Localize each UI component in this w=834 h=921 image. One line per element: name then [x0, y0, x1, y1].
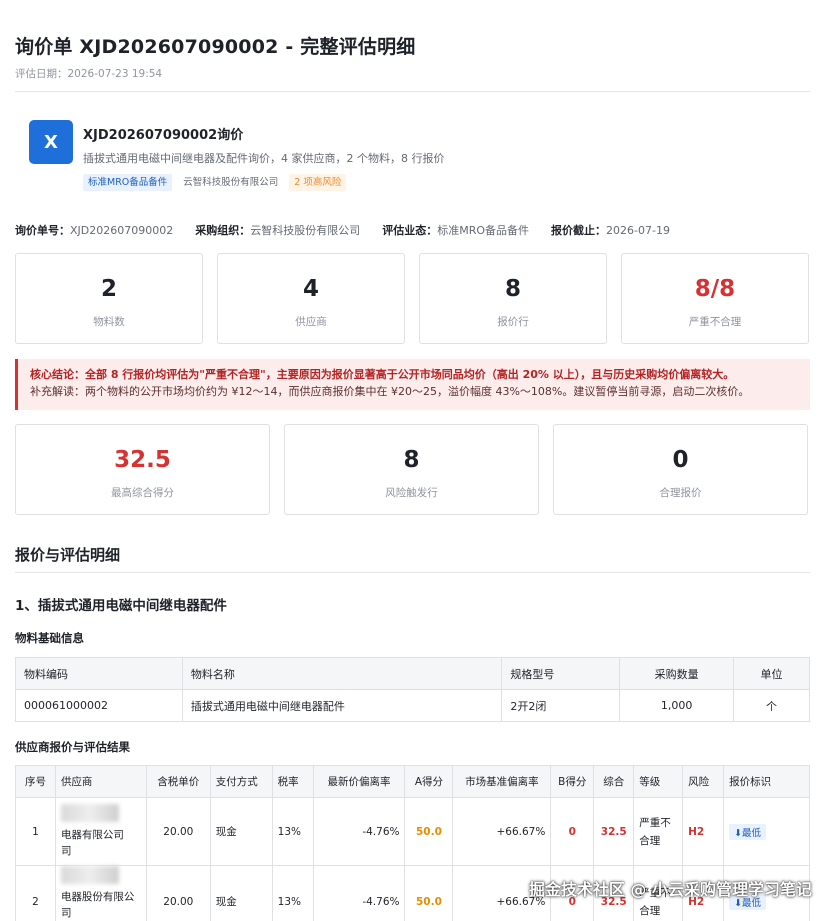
- material-info-label: 物料基础信息: [15, 631, 84, 645]
- table-row: 000061000002 插拔式通用电磁中间继电器配件 2开2闭 1,000 个: [15, 689, 810, 722]
- redacted-name: [60, 804, 119, 822]
- supplier-name: 电器有限公司司: [54, 797, 147, 866]
- score-stats: 32.5 最高综合得分 8 风险触发行 0 合理报价: [15, 424, 808, 515]
- redacted-name: [60, 866, 119, 884]
- material-table: 物料编码 物料名称 规格型号 采购数量 单位 000061000002 插拔式通…: [15, 657, 810, 722]
- lowest-price-badge: ⬇最低: [729, 823, 767, 840]
- evaluation-date: 评估日期：2026-07-23 19:54: [15, 68, 163, 80]
- inquiry-description: 插拔式通用电磁中间继电器及配件询价，4 家供应商，2 个物料，8 行报价: [83, 152, 445, 165]
- material-section-title: 1、插拔式通用电磁中间继电器配件: [15, 598, 227, 614]
- inquiry-header-card: X XJD202607090002询价 插拔式通用电磁中间继电器及配件询价，4 …: [29, 120, 789, 200]
- stat-material-count: 2 物料数: [15, 253, 203, 344]
- meta-deadline: 报价截止：2026-07-19: [551, 224, 670, 237]
- meta-inquiry-no: 询价单号：XJD202607090002: [15, 224, 174, 237]
- inquiry-meta-row: 询价单号：XJD202607090002 采购组织：云智科技股份有限公司 评估业…: [15, 222, 815, 238]
- quote-result-label: 供应商报价与评估结果: [15, 740, 130, 754]
- divider: [15, 91, 810, 92]
- stat-supplier-count: 4 供应商: [217, 253, 405, 344]
- grade-cell: 严重不合理: [633, 797, 684, 866]
- inquiry-tags: 标准MRO备品备件 云智科技股份有限公司 2 项高风险: [83, 174, 347, 191]
- inquiry-name: XJD202607090002询价: [83, 128, 244, 143]
- stat-unreasonable: 8/8 严重不合理: [621, 253, 809, 344]
- divider: [15, 572, 810, 573]
- meta-business: 评估业态：标准MRO备品备件: [382, 224, 530, 237]
- tag-business-type: 标准MRO备品备件: [83, 174, 173, 191]
- table-header-row: 物料编码 物料名称 规格型号 采购数量 单位: [15, 657, 810, 690]
- stat-reasonable: 0 合理报价: [553, 424, 808, 515]
- table-header-row: 序号 供应商 含税单价 支付方式 税率 最新价偏离率 A得分 市场基准偏离率 B…: [15, 765, 810, 798]
- section-title: 报价与评估明细: [15, 546, 121, 564]
- table-row: 1 电器有限公司司 20.00 现金 13% -4.76% 50.0 +66.6…: [15, 797, 810, 866]
- supplementary-note: 补充解读：两个物料的公开市场均价约为 ¥12～14，而供应商报价集中在 ¥20～…: [30, 385, 750, 398]
- core-conclusion: 核心结论：全部 8 行报价均评估为"严重不合理"，主要原因为报价显著高于公开市场…: [30, 368, 735, 381]
- summary-stats: 2 物料数 4 供应商 8 报价行 8/8 严重不合理: [15, 253, 809, 344]
- conclusion-alert: 核心结论：全部 8 行报价均评估为"严重不合理"，主要原因为报价显著高于公开市场…: [15, 359, 810, 410]
- page-root: 询价单 XJD202607090002 - 完整评估明细 评估日期：2026-0…: [0, 0, 834, 921]
- stat-top-score: 32.5 最高综合得分: [15, 424, 270, 515]
- tag-high-risk: 2 项高风险: [289, 174, 347, 191]
- stat-quote-rows: 8 报价行: [419, 253, 607, 344]
- meta-org: 采购组织：云智科技股份有限公司: [195, 224, 361, 237]
- stat-risk-rows: 8 风险触发行: [284, 424, 539, 515]
- inquiry-avatar: X: [29, 120, 73, 164]
- page-title: 询价单 XJD202607090002 - 完整评估明细: [15, 36, 416, 58]
- tag-organization: 云智科技股份有限公司: [183, 177, 279, 188]
- watermark: 掘金技术社区 @ 小云采购管理学习笔记: [528, 880, 812, 899]
- supplier-name: 电器股份有限公司公司: [54, 865, 147, 921]
